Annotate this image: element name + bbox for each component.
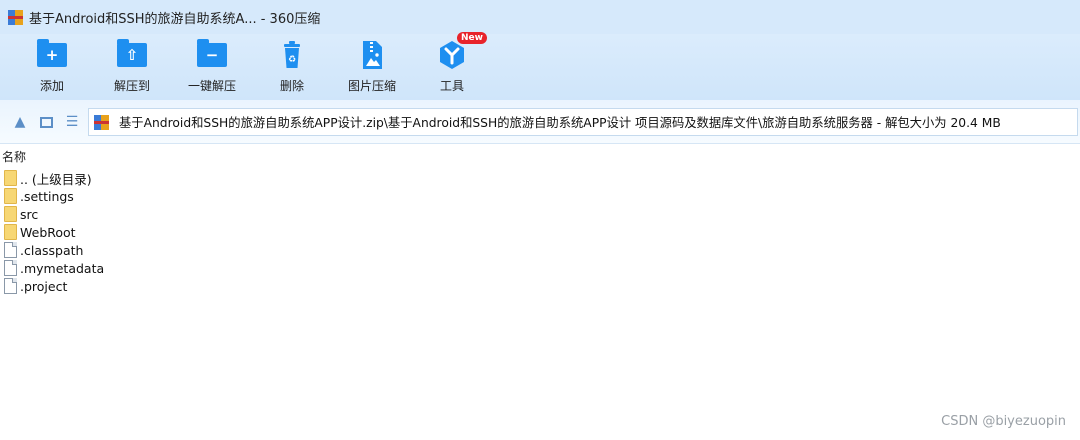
item-name: .settings [20,188,74,204]
path-field[interactable]: 基于Android和SSH的旅游自助系统APP设计.zip\基于Android和… [88,108,1078,136]
up-directory-button[interactable]: ▲ [11,114,29,130]
extract-to-icon: ⇧ [115,38,149,72]
folder-icon [4,224,17,240]
tools-button-label: 工具 [439,79,464,93]
title-bar: 基于Android和SSH的旅游自助系统A... - 360压缩 [0,0,1080,34]
file-icon [4,242,17,258]
folder-icon [4,170,17,186]
list-item[interactable]: .project [4,277,404,295]
file-icon [4,278,17,294]
item-name: .classpath [20,242,84,258]
list-view-icon: ☰ [65,114,79,130]
folder-icon [4,206,17,222]
add-icon: + [35,38,69,72]
watermark: CSDN @biyezuopin [941,414,1066,429]
item-name: .. (上级目录) [20,171,92,187]
archive-app-icon [8,9,23,25]
item-name: WebRoot [20,224,76,240]
column-header[interactable]: 名称 [0,147,1080,165]
toolbar: + 添加 ⇧ 解压到 − 一键解压 ♻ 删除 图片压缩 New 工具 [0,32,1080,100]
archive-file-icon [94,114,109,130]
view-thumbnail-button[interactable] [37,114,55,130]
item-name: .project [20,278,68,294]
item-name: .mymetadata [20,260,105,276]
column-name-header[interactable]: 名称 [2,148,26,165]
list-item[interactable]: src [4,205,404,223]
list-item[interactable]: .mymetadata [4,259,404,277]
new-badge: New [457,32,487,44]
window-title: 基于Android和SSH的旅游自助系统A... - 360压缩 [29,11,321,27]
list-item[interactable]: .classpath [4,241,404,259]
tools-button[interactable]: New 工具 [414,32,490,98]
list-item[interactable]: .. (上级目录) [4,169,404,187]
add-button-label: 添加 [39,79,64,93]
extract-to-button[interactable]: ⇧ 解压到 [94,38,170,98]
delete-button[interactable]: ♻ 删除 [254,38,330,98]
add-button[interactable]: + 添加 [14,38,90,98]
one-click-extract-button[interactable]: − 一键解压 [174,38,250,98]
folder-icon [4,188,17,204]
delete-button-label: 删除 [279,79,304,93]
arrow-up-icon: ▲ [14,114,26,130]
path-text: 基于Android和SSH的旅游自助系统APP设计.zip\基于Android和… [119,116,1001,130]
one-click-extract-button-label: 一键解压 [187,79,236,93]
image-compress-button[interactable]: 图片压缩 [334,38,410,98]
file-list: .. (上级目录) .settings src WebRoot .classpa… [4,169,404,295]
svg-text:♻: ♻ [288,55,296,65]
delete-icon: ♻ [275,38,309,72]
tools-icon: New [435,32,487,72]
address-bar: ▲ ☰ 基于Android和SSH的旅游自助系统APP设计.zip\基于Andr… [0,100,1080,144]
one-click-extract-icon: − [195,38,229,72]
extract-to-button-label: 解压到 [113,79,150,93]
view-list-button[interactable]: ☰ [63,114,81,130]
item-name: src [20,206,39,222]
list-item[interactable]: .settings [4,187,404,205]
file-icon [4,260,17,276]
list-item[interactable]: WebRoot [4,223,404,241]
image-compress-button-label: 图片压缩 [347,79,396,93]
image-compress-icon [355,38,389,72]
thumbnail-view-icon [39,116,53,128]
